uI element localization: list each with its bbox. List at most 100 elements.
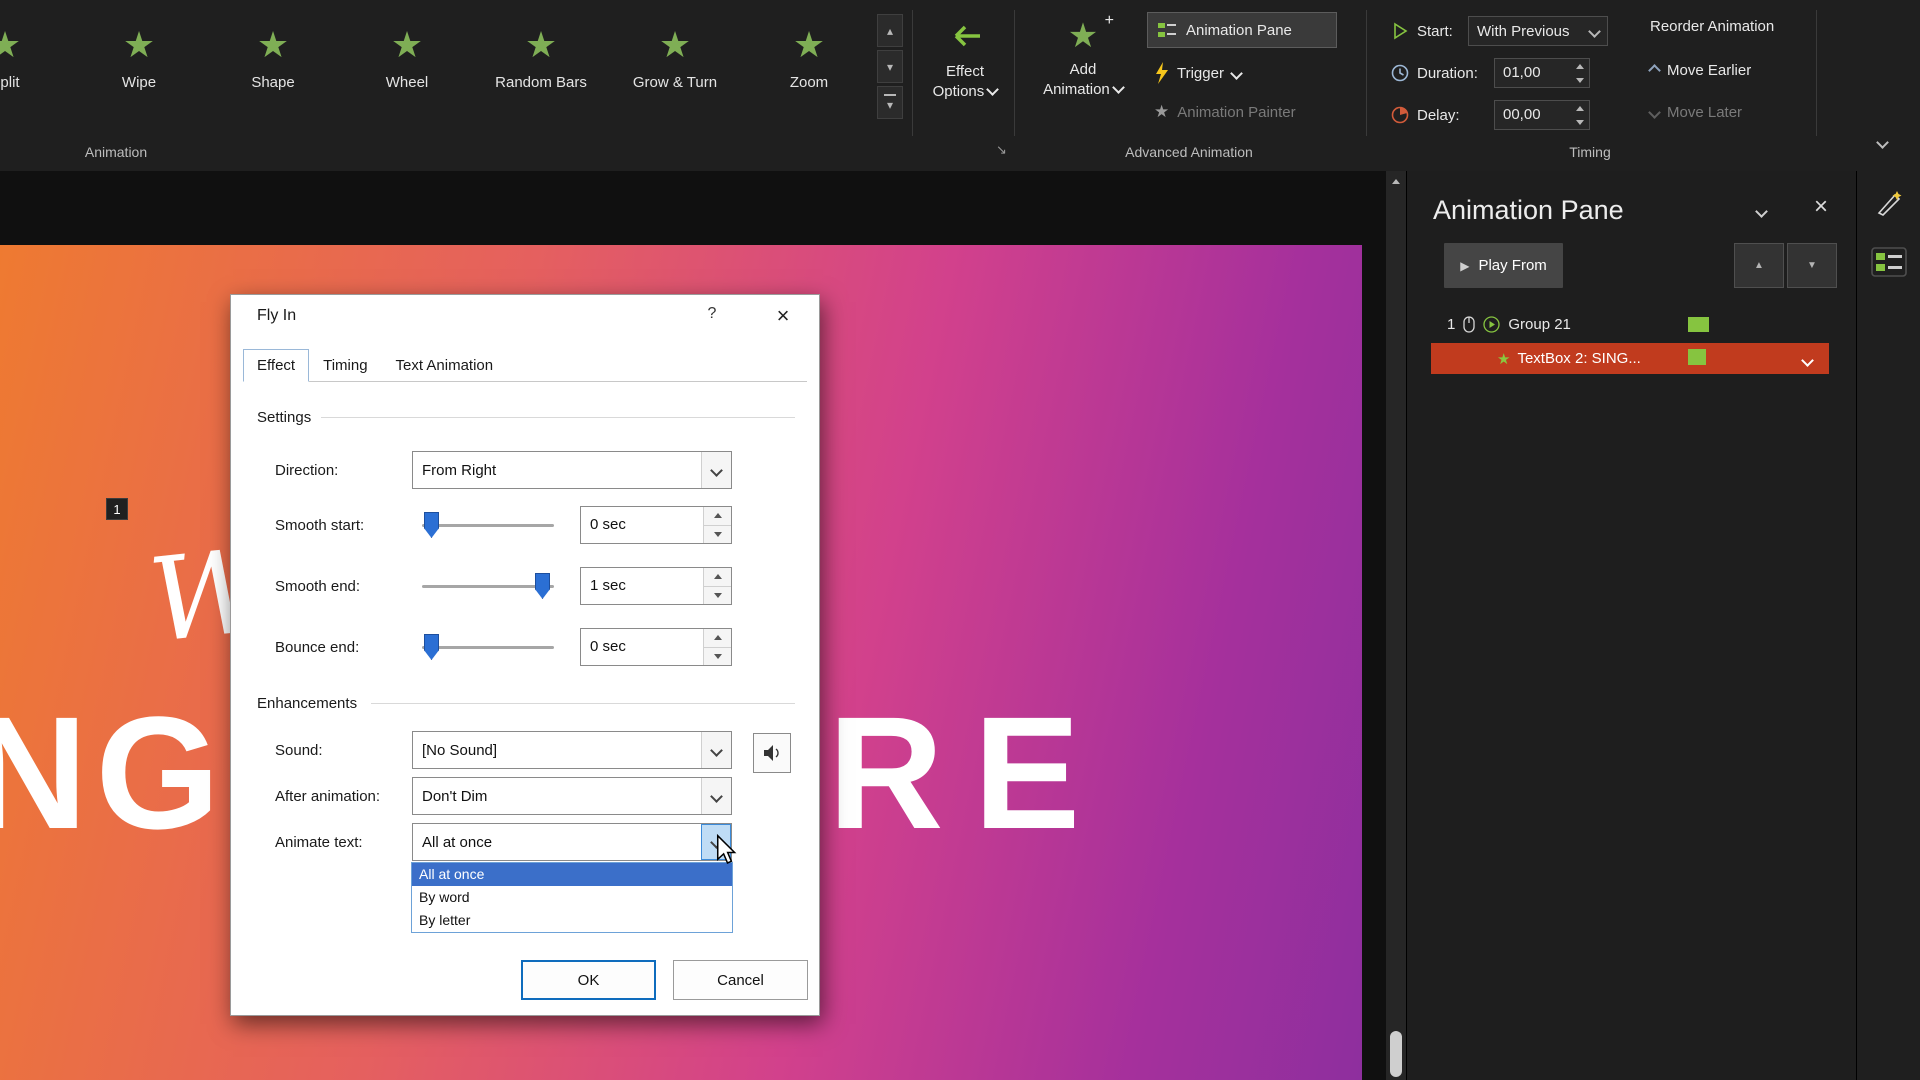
bounce-end-increase-button[interactable] bbox=[704, 629, 731, 648]
smooth-start-spinner[interactable]: 0 sec bbox=[580, 506, 732, 544]
move-later-button[interactable]: Move Later bbox=[1650, 104, 1742, 121]
gallery-item-split[interactable]: ★ Split bbox=[0, 16, 72, 128]
pane-move-up-button[interactable]: ▲ bbox=[1734, 243, 1784, 288]
gallery-item-shape[interactable]: ★ Shape bbox=[206, 16, 340, 128]
animate-text-dropdown-button[interactable] bbox=[701, 824, 731, 860]
direction-dropdown[interactable]: From Right bbox=[412, 451, 732, 489]
after-animation-dropdown-button[interactable] bbox=[701, 778, 731, 814]
bounce-end-slider-thumb[interactable] bbox=[424, 634, 439, 660]
duration-increase-button[interactable] bbox=[1571, 59, 1589, 73]
animation-list-item-textbox2[interactable]: ★ TextBox 2: SING... bbox=[1431, 343, 1829, 374]
dialog-help-button[interactable]: ? bbox=[697, 305, 727, 331]
smooth-end-decrease-button[interactable] bbox=[704, 587, 731, 605]
bounce-end-spinner[interactable]: 0 sec bbox=[580, 628, 732, 666]
animate-text-dropdown[interactable]: All at once bbox=[412, 823, 732, 861]
animation-pane-button-label: Animation Pane bbox=[1186, 22, 1292, 39]
move-later-label: Move Later bbox=[1667, 104, 1742, 121]
play-from-label: Play From bbox=[1478, 257, 1546, 274]
gallery-scroll-up-button[interactable]: ▴ bbox=[877, 14, 903, 47]
animation-index: 1 bbox=[1447, 316, 1455, 333]
gallery-item-wheel[interactable]: ★ Wheel bbox=[340, 16, 474, 128]
animation-pane-rail-icon[interactable] bbox=[1869, 243, 1909, 283]
animation-dialog-launcher-icon[interactable]: ↘ bbox=[996, 142, 1007, 158]
tab-text-animation[interactable]: Text Animation bbox=[382, 349, 508, 382]
gallery-item-wipe[interactable]: ★ Wipe bbox=[72, 16, 206, 128]
gallery-item-label: Shape bbox=[251, 74, 294, 91]
scrollbar-thumb[interactable] bbox=[1390, 1031, 1402, 1077]
right-side-rail bbox=[1856, 171, 1920, 1080]
scroll-up-arrow-icon[interactable] bbox=[1392, 179, 1400, 184]
delay-decrease-button[interactable] bbox=[1571, 115, 1589, 129]
cancel-button[interactable]: Cancel bbox=[673, 960, 808, 1000]
animation-order-badge[interactable]: 1 bbox=[106, 498, 128, 520]
vertical-scrollbar[interactable] bbox=[1386, 171, 1406, 1080]
smooth-start-slider-thumb[interactable] bbox=[424, 512, 439, 538]
direction-dropdown-button[interactable] bbox=[701, 452, 731, 488]
triangle-up-icon: ▴ bbox=[887, 24, 893, 38]
item-dropdown-button[interactable] bbox=[1803, 354, 1812, 371]
effect-options-button[interactable]: Effect Options bbox=[918, 14, 1012, 102]
smooth-end-slider[interactable] bbox=[422, 585, 554, 588]
timeline-bar-textbox2[interactable] bbox=[1688, 349, 1706, 365]
gallery-item-label: Wipe bbox=[122, 74, 156, 91]
smooth-end-slider-thumb[interactable] bbox=[535, 573, 550, 599]
trigger-button[interactable]: Trigger bbox=[1154, 62, 1241, 84]
animation-painter-button[interactable]: ★ Animation Painter bbox=[1154, 102, 1296, 122]
gallery-item-grow-turn[interactable]: ★ Grow & Turn bbox=[608, 16, 742, 128]
arrow-down-icon: ▼ bbox=[1807, 260, 1817, 271]
delay-increase-button[interactable] bbox=[1571, 101, 1589, 115]
animation-item-label: Group 21 bbox=[1508, 316, 1571, 333]
sound-dropdown[interactable]: [No Sound] bbox=[412, 731, 732, 769]
slide-title-text-left[interactable]: NG bbox=[0, 693, 228, 853]
bounce-end-slider[interactable] bbox=[422, 646, 554, 649]
format-pen-icon[interactable] bbox=[1873, 187, 1905, 219]
tab-effect[interactable]: Effect bbox=[243, 349, 309, 382]
duration-spinner[interactable]: 01,00 bbox=[1494, 58, 1590, 88]
play-from-button[interactable]: ▶ Play From bbox=[1444, 243, 1563, 288]
sound-volume-button[interactable] bbox=[753, 733, 791, 773]
gallery-more-button[interactable]: ▾ bbox=[877, 86, 903, 119]
ok-button[interactable]: OK bbox=[521, 960, 656, 1000]
timeline-bar-group21[interactable] bbox=[1688, 317, 1709, 332]
animation-list-item-group21[interactable]: 1 Group 21 bbox=[1431, 309, 1831, 339]
smooth-start-increase-button[interactable] bbox=[704, 507, 731, 526]
move-earlier-button[interactable]: Move Earlier bbox=[1650, 62, 1751, 79]
triangle-down-icon bbox=[714, 654, 722, 659]
pane-move-down-button[interactable]: ▼ bbox=[1787, 243, 1837, 288]
smooth-end-label: Smooth end: bbox=[275, 578, 360, 595]
after-animation-dropdown[interactable]: Don't Dim bbox=[412, 777, 732, 815]
duration-decrease-button[interactable] bbox=[1571, 73, 1589, 87]
delay-spinner[interactable]: 00,00 bbox=[1494, 100, 1590, 130]
animation-pane-icon bbox=[1157, 20, 1177, 40]
sound-dropdown-button[interactable] bbox=[701, 732, 731, 768]
option-by-word[interactable]: By word bbox=[412, 886, 732, 909]
group-label-timing: Timing bbox=[1569, 144, 1611, 160]
pane-close-button[interactable]: × bbox=[1807, 193, 1835, 221]
play-outline-icon bbox=[1390, 21, 1410, 41]
pane-options-button[interactable] bbox=[1757, 205, 1781, 225]
delay-clock-icon bbox=[1390, 105, 1410, 125]
smooth-start-slider[interactable] bbox=[422, 524, 554, 527]
slide-title-text-right[interactable]: RE bbox=[828, 693, 1110, 853]
group-divider bbox=[912, 10, 913, 136]
dialog-close-button[interactable]: × bbox=[761, 299, 805, 333]
start-dropdown[interactable]: With Previous bbox=[1468, 16, 1608, 46]
chevron-down-icon bbox=[987, 83, 1000, 96]
gallery-item-zoom[interactable]: ★ Zoom bbox=[742, 16, 876, 128]
collapse-ribbon-button[interactable] bbox=[1878, 136, 1887, 153]
chevron-down-icon bbox=[1876, 136, 1889, 149]
animation-painter-star-icon: ★ bbox=[1154, 102, 1169, 122]
option-by-letter[interactable]: By letter bbox=[412, 909, 732, 932]
gallery-item-random-bars[interactable]: ★ Random Bars bbox=[474, 16, 608, 128]
option-all-at-once[interactable]: All at once bbox=[412, 863, 732, 886]
add-animation-button[interactable]: ★ + Add Animation bbox=[1024, 12, 1142, 100]
smooth-start-decrease-button[interactable] bbox=[704, 526, 731, 544]
gallery-scroll-down-button[interactable]: ▾ bbox=[877, 50, 903, 83]
animation-pane-button[interactable]: Animation Pane bbox=[1147, 12, 1337, 48]
tab-timing[interactable]: Timing bbox=[309, 349, 381, 382]
triangle-down-icon bbox=[714, 532, 722, 537]
smooth-end-spinner[interactable]: 1 sec bbox=[580, 567, 732, 605]
smooth-end-increase-button[interactable] bbox=[704, 568, 731, 587]
bounce-end-decrease-button[interactable] bbox=[704, 648, 731, 666]
chevron-down-icon bbox=[710, 464, 723, 477]
